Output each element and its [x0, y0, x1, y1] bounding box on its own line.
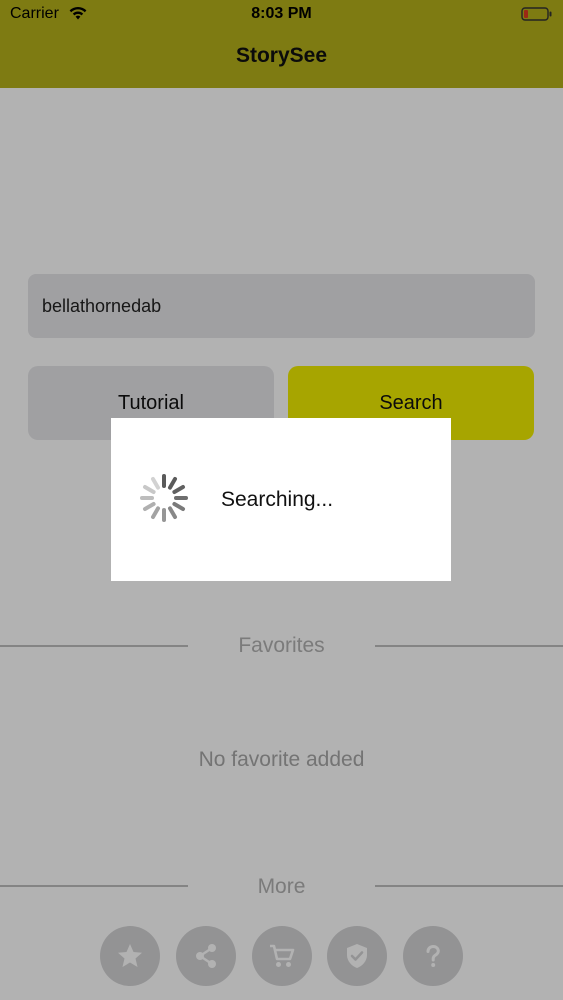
progress-hud: Searching... [111, 418, 451, 581]
spinner-icon [140, 474, 188, 522]
hud-status-text: Searching... [221, 488, 334, 511]
app-screen: Carrier 8:03 PM StorySee Tutorial Search… [0, 0, 563, 1000]
